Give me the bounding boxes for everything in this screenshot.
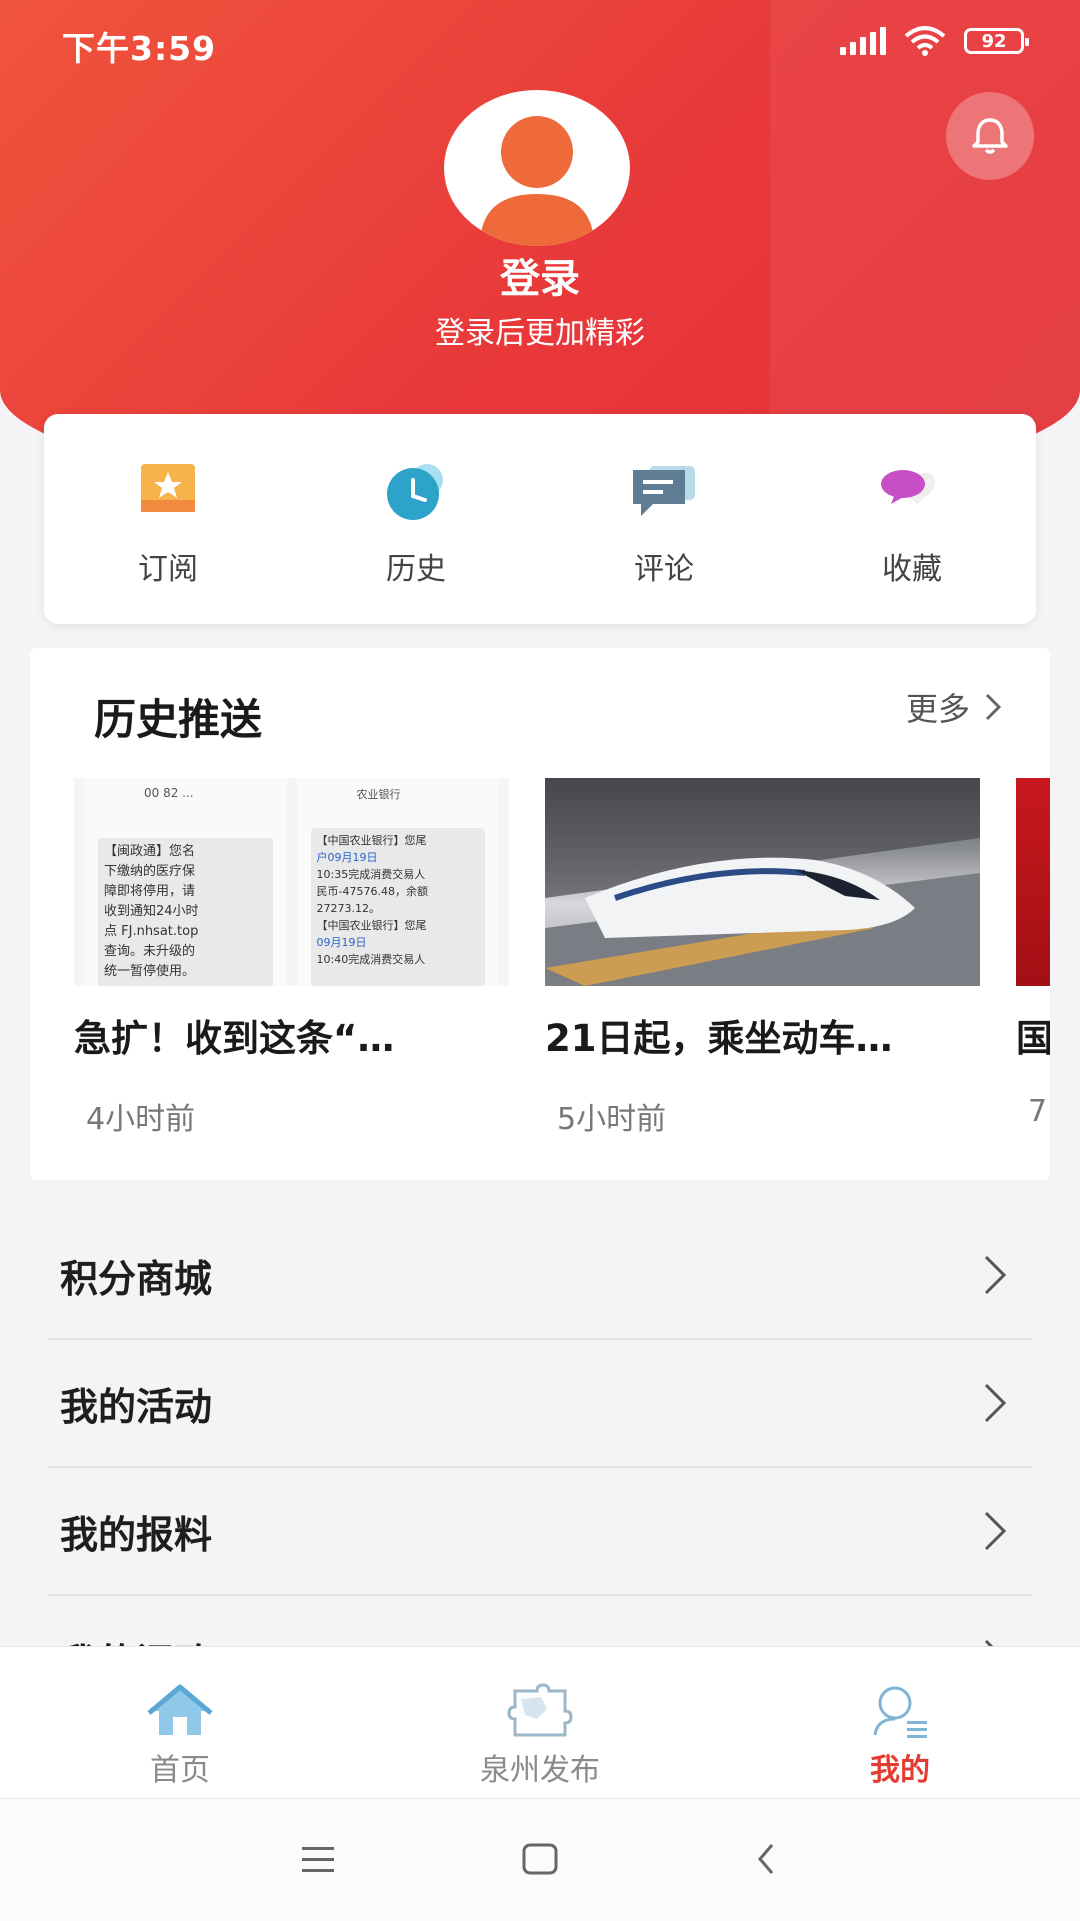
favorite-heart-icon — [877, 460, 947, 522]
sms-header: 00 82 ... — [144, 786, 194, 800]
quick-action-label: 评论 — [634, 552, 694, 587]
quick-action-label: 收藏 — [882, 552, 942, 587]
signal-icon — [840, 27, 886, 55]
sms-line: 民币-47576.48，余额 — [316, 885, 428, 898]
menu-item-my-reports[interactable]: 我的报料 — [48, 1468, 1032, 1596]
avatar[interactable] — [444, 90, 630, 246]
history-clock-icon — [381, 460, 451, 522]
system-navigation-bar — [0, 1798, 1080, 1921]
notification-bell-button[interactable] — [946, 92, 1034, 180]
chevron-right-icon — [985, 693, 1002, 721]
news-item[interactable]: 国 7 — [1016, 778, 1050, 1138]
news-time: 5小时前 — [557, 1102, 667, 1137]
news-title: 急扩！收到这条“… — [74, 1017, 395, 1060]
news-carousel: 00 82 ... 【闽政通】您名 下缴纳的医疗保 障即将停用，请 收到通知24… — [74, 778, 1050, 1138]
profile-search-icon — [873, 1686, 927, 1738]
sms-header: 农业银行 — [356, 788, 401, 801]
puzzle-map-icon — [507, 1683, 573, 1737]
sms-line: 【中国农业银行】您尾 — [316, 919, 427, 932]
home-system-button[interactable] — [518, 1839, 562, 1879]
quick-action-comment[interactable]: 评论 — [540, 414, 788, 624]
sms-line: 收到通知24小时 — [104, 904, 199, 919]
quick-action-subscribe[interactable]: 订阅 — [44, 414, 292, 624]
back-arrow-icon — [758, 1844, 774, 1874]
news-item[interactable]: 21日起，乘坐动车… 5小时前 — [545, 778, 980, 1138]
quick-action-history[interactable]: 历史 — [292, 414, 540, 624]
quick-action-label: 订阅 — [138, 552, 198, 587]
chevron-right-icon — [982, 1509, 1032, 1553]
comment-icon — [629, 460, 699, 522]
sms-line: 下缴纳的医疗保 — [104, 864, 196, 879]
tab-mine[interactable]: 我的 — [720, 1647, 1080, 1799]
menu-label: 我的报料 — [60, 1512, 213, 1557]
history-push-card: 历史推送 更多 00 82 ... 【闽政通】您名 下缴纳的医疗保 障即将停用，… — [30, 648, 1050, 1180]
square-icon — [522, 1843, 558, 1875]
subscribe-icon — [133, 460, 203, 522]
sms-line: 【闽政通】您名 — [104, 844, 196, 859]
status-bar: 下午3:59 92 — [0, 0, 1080, 90]
status-indicators: 92 — [840, 26, 1029, 56]
sms-bubble: 【闽政通】您名 下缴纳的医疗保 障即将停用，请 收到通知24小时 点 FJ.nh… — [98, 838, 273, 986]
quick-action-favorite[interactable]: 收藏 — [788, 414, 1036, 624]
battery-level: 92 — [981, 30, 1007, 52]
sms-line: 10:40完成消费交易人 — [316, 953, 426, 966]
sms-line: 点 FJ.nhsat.top — [104, 924, 199, 939]
tab-label: 我的 — [870, 1753, 930, 1788]
login-subtitle: 登录后更加精彩 — [435, 316, 645, 351]
sms-line: 统一暂停使用。 — [104, 964, 196, 979]
login-button[interactable]: 登录 — [0, 246, 1080, 304]
sms-line: 户09月19日 — [316, 851, 378, 864]
news-item[interactable]: 00 82 ... 【闽政通】您名 下缴纳的医疗保 障即将停用，请 收到通知24… — [74, 778, 509, 1138]
home-icon — [147, 1684, 213, 1735]
menu-item-points-mall[interactable]: 积分商城 — [48, 1212, 1032, 1340]
quick-action-label: 历史 — [386, 552, 446, 587]
wifi-icon — [904, 26, 946, 56]
tab-home[interactable]: 首页 — [0, 1647, 360, 1799]
sms-line: 【中国农业银行】您尾 — [316, 834, 427, 847]
news-thumbnail: 00 82 ... 【闽政通】您名 下缴纳的医疗保 障即将停用，请 收到通知24… — [74, 778, 509, 986]
recent-apps-button[interactable] — [296, 1839, 340, 1879]
menu-label: 积分商城 — [60, 1256, 213, 1301]
news-time: 4小时前 — [86, 1102, 196, 1137]
tab-label: 泉州发布 — [480, 1753, 600, 1788]
sms-line: 障即将停用，请 — [104, 884, 196, 899]
tab-quanzhou-release[interactable]: 泉州发布 — [360, 1647, 720, 1799]
sms-bubble: 【中国农业银行】您尾 户09月19日 10:35完成消费交易人 民币-47576… — [310, 828, 485, 986]
menu-item-my-activities[interactable]: 我的活动 — [48, 1340, 1032, 1468]
train-image — [545, 778, 980, 986]
status-time: 下午3:59 — [62, 29, 217, 68]
sms-line: 查询。未升级的 — [104, 944, 196, 959]
news-thumbnail — [1016, 778, 1050, 986]
quick-actions-card: 订阅 历史 评论 收藏 — [44, 414, 1036, 624]
chevron-right-icon — [982, 1253, 1032, 1297]
sms-screenshot-right: 农业银行 【中国农业银行】您尾 户09月19日 10:35完成消费交易人 民币-… — [296, 778, 499, 986]
sms-line: 27273.12。 — [316, 902, 381, 915]
battery-icon: 92 — [964, 28, 1029, 54]
more-link[interactable]: 更多 — [906, 684, 1002, 730]
bell-icon — [972, 118, 1008, 154]
sms-line: 09月19日 — [316, 936, 367, 949]
news-time: 7 — [1028, 1094, 1048, 1129]
menu-label: 我的活动 — [60, 1384, 213, 1429]
section-title: 历史推送 — [94, 695, 263, 744]
default-user-icon — [480, 116, 594, 246]
bottom-tab-bar: 首页 泉州发布 我的 — [0, 1646, 1080, 1799]
news-thumbnail — [545, 778, 980, 986]
chevron-right-icon — [982, 1381, 1032, 1425]
news-title: 国 — [1016, 1017, 1050, 1060]
sms-screenshot-left: 00 82 ... 【闽政通】您名 下缴纳的医疗保 障即将停用，请 收到通知24… — [84, 778, 287, 986]
sms-line: 10:35完成消费交易人 — [316, 868, 426, 881]
back-system-button[interactable] — [744, 1839, 788, 1879]
news-title: 21日起，乘坐动车… — [545, 1017, 893, 1060]
tab-label: 首页 — [150, 1753, 210, 1788]
more-label: 更多 — [905, 690, 970, 728]
menu-lines-icon — [302, 1847, 334, 1872]
